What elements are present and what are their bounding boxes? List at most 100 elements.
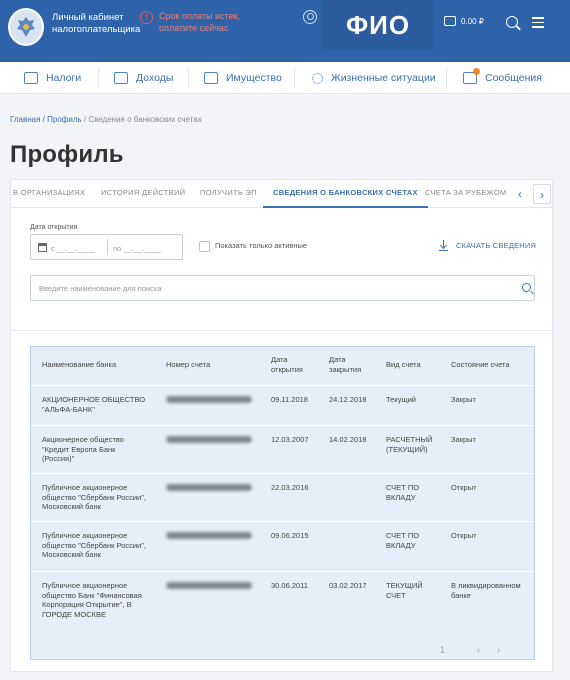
prev-page-button[interactable]: ‹ xyxy=(477,645,480,655)
life-situations-icon xyxy=(312,72,323,84)
cell-closed-date: 03.02.2017 xyxy=(329,581,367,590)
cell-bank-name: Акционерное общество "Кредит Европа Банк(… xyxy=(42,435,124,463)
next-page-button[interactable]: › xyxy=(497,645,500,655)
nav-label-taxes: Налоги xyxy=(46,72,82,84)
table-row[interactable]: Акционерное общество "Кредит Европа Банк(… xyxy=(31,425,534,473)
user-icon[interactable] xyxy=(303,10,317,24)
active-only-checkbox[interactable] xyxy=(199,241,210,252)
brand-line-1: Личный кабинет xyxy=(52,12,124,23)
search-input[interactable]: Введите наименование для поиска xyxy=(39,284,162,293)
cell-opened-date: 22.03.2016 xyxy=(271,483,309,492)
cell-opened-date: 30.06.2011 xyxy=(271,581,308,590)
nav-item-taxes[interactable]: Налоги xyxy=(24,62,81,94)
user-name[interactable]: ФИО xyxy=(322,0,434,50)
download-icon xyxy=(439,240,448,251)
header-status: Состояние счета xyxy=(451,360,510,369)
table-row[interactable]: АКЦИОНЕРНОЕ ОБЩЕСТВО "АЛЬФА-БАНК" 09.11.20… xyxy=(31,385,534,425)
cell-bank-name: Публичное акционерное общество "Сбербанк … xyxy=(42,531,146,559)
calendar-icon[interactable] xyxy=(38,243,47,252)
cell-account-status: Открыт xyxy=(451,483,477,492)
cell-account-status: В ликвидированном банке xyxy=(451,581,521,600)
date-from-input[interactable]: с __.__.____ xyxy=(51,244,94,253)
nav-item-property[interactable]: Имущество xyxy=(204,62,282,94)
payment-alert[interactable]: ! Срок оплаты истек, оплатите сейчас xyxy=(140,10,240,34)
cell-closed-date: 14.02.2018 xyxy=(329,435,367,444)
nav-item-income[interactable]: Доходы xyxy=(114,62,173,94)
top-header: Личный кабинет налогоплательщика ! Срок … xyxy=(0,0,570,62)
tab-organizations[interactable]: В ОРГАНИЗАЦИЯХ xyxy=(13,180,85,208)
tab-action-history[interactable]: ИСТОРИЯ ДЕЙСТВИЙ xyxy=(101,180,185,208)
header-opened: Дата открытия xyxy=(271,355,303,374)
cell-bank-name: АКЦИОНЕРНОЕ ОБЩЕСТВО "АЛЬФА-БАНК" xyxy=(42,395,146,414)
cell-account-type: СЧЕТ ПО ВКЛАДУ xyxy=(386,483,420,502)
header-account: Номер счета xyxy=(166,360,211,369)
bank-search-field[interactable]: Введите наименование для поиска xyxy=(30,275,535,301)
cell-account-type: РАСЧЕТНЫЙ (ТЕКУЩИЙ) xyxy=(386,435,433,454)
header-bank: Наименование банка xyxy=(42,360,117,369)
balance-button[interactable]: 0.00 ₽ xyxy=(444,16,484,26)
nav-label-life-situations: Жизненные ситуации xyxy=(331,72,436,84)
alert-icon: ! xyxy=(140,11,153,24)
cell-bank-name: Публичное акционерное общество "Сбербанк … xyxy=(42,483,146,511)
masked-account-number xyxy=(166,582,252,589)
active-only-label[interactable]: Показать только активные xyxy=(215,241,307,250)
fns-emblem-logo[interactable] xyxy=(8,8,44,46)
menu-icon[interactable] xyxy=(532,17,544,31)
table-row[interactable]: Публичное акционерное общество "Сбербанк … xyxy=(31,521,534,571)
nav-item-life-situations[interactable]: Жизненные ситуации xyxy=(312,62,436,94)
table-header: Наименование банка Номер счета Дата откры… xyxy=(31,347,534,385)
breadcrumb-home[interactable]: Главная xyxy=(10,115,40,124)
income-icon xyxy=(114,72,128,84)
header-type: Вид счета xyxy=(386,360,421,369)
cell-opened-date: 09.06.2015 xyxy=(271,531,309,540)
cell-account-status: Открыт xyxy=(451,531,477,540)
bank-accounts-table: Наименование банка Номер счета Дата откры… xyxy=(30,346,535,660)
search-icon[interactable] xyxy=(506,16,518,28)
date-range-field[interactable]: с __.__.____ по __.__.____ xyxy=(30,234,183,260)
brand-title[interactable]: Личный кабинет налогоплательщика xyxy=(52,12,140,36)
breadcrumb: Главная / Профиль / Сведения о банковски… xyxy=(10,115,202,124)
main-nav: Налоги Доходы Имущество Жизненные ситуац… xyxy=(0,62,570,94)
masked-account-number xyxy=(166,436,252,443)
bank-accounts-panel: В ОРГАНИЗАЦИЯХ ИСТОРИЯ ДЕЙСТВИЙ ПОЛУЧИТЬ… xyxy=(10,179,553,672)
messages-icon xyxy=(463,68,480,84)
table-row[interactable]: Публичное акционерное общество Банк "Фина… xyxy=(31,571,534,631)
unread-badge xyxy=(473,68,480,75)
cell-account-type: Текущий xyxy=(386,395,416,404)
nav-item-messages[interactable]: Сообщения xyxy=(463,62,542,94)
tab-get-signature[interactable]: ПОЛУЧИТЬ ЭП xyxy=(200,180,257,208)
breadcrumb-current: Сведения о банковских счетах xyxy=(88,115,202,124)
taxes-icon xyxy=(24,72,38,84)
balance-amount: 0.00 ₽ xyxy=(461,16,484,26)
nav-label-property: Имущество xyxy=(226,72,282,84)
cell-account-status: Закрыт xyxy=(451,395,476,404)
brand-line-2: налогоплательщика xyxy=(52,24,141,35)
cell-account-type: СЧЕТ ПО ВКЛАДУ xyxy=(386,531,420,550)
header-closed: Дата закрытия xyxy=(329,355,362,374)
tabs-prev-button[interactable]: ‹ xyxy=(511,184,529,204)
date-to-input[interactable]: по __.__.____ xyxy=(113,244,161,253)
tab-bank-accounts[interactable]: СВЕДЕНИЯ О БАНКОВСКИХ СЧЕТАХ xyxy=(263,180,428,208)
masked-account-number xyxy=(166,484,252,491)
cell-account-status: Закрыт xyxy=(451,435,476,444)
cell-account-type: ТЕКУЩИЙ СЧЕТ xyxy=(386,581,423,600)
page-title: Профиль xyxy=(10,141,124,168)
cell-opened-date: 09.11.2018 xyxy=(271,395,308,404)
profile-tabs: В ОРГАНИЗАЦИЯХ ИСТОРИЯ ДЕЙСТВИЙ ПОЛУЧИТЬ… xyxy=(11,180,552,208)
cell-bank-name: Публичное акционерное общество Банк "Фина… xyxy=(42,581,142,619)
masked-account-number xyxy=(166,396,252,403)
breadcrumb-profile[interactable]: Профиль xyxy=(47,115,82,124)
tab-foreign-accounts[interactable]: СЧЕТА ЗА РУБЕЖОМ xyxy=(425,180,506,208)
search-icon[interactable] xyxy=(522,283,531,292)
alert-line-2: оплатите сейчас xyxy=(159,23,229,33)
tabs-next-button[interactable]: › xyxy=(533,184,551,204)
table-row[interactable]: Публичное акционерное общество "Сбербанк … xyxy=(31,473,534,521)
masked-account-number xyxy=(166,532,252,539)
download-button[interactable]: СКАЧАТЬ СВЕДЕНИЯ xyxy=(439,240,536,251)
page-number[interactable]: 1 xyxy=(440,645,445,655)
download-label: СКАЧАТЬ СВЕДЕНИЯ xyxy=(456,241,537,250)
cell-closed-date: 24.12.2018 xyxy=(329,395,367,404)
wallet-icon xyxy=(444,16,456,26)
nav-label-messages: Сообщения xyxy=(485,72,542,84)
nav-label-income: Доходы xyxy=(136,72,174,84)
